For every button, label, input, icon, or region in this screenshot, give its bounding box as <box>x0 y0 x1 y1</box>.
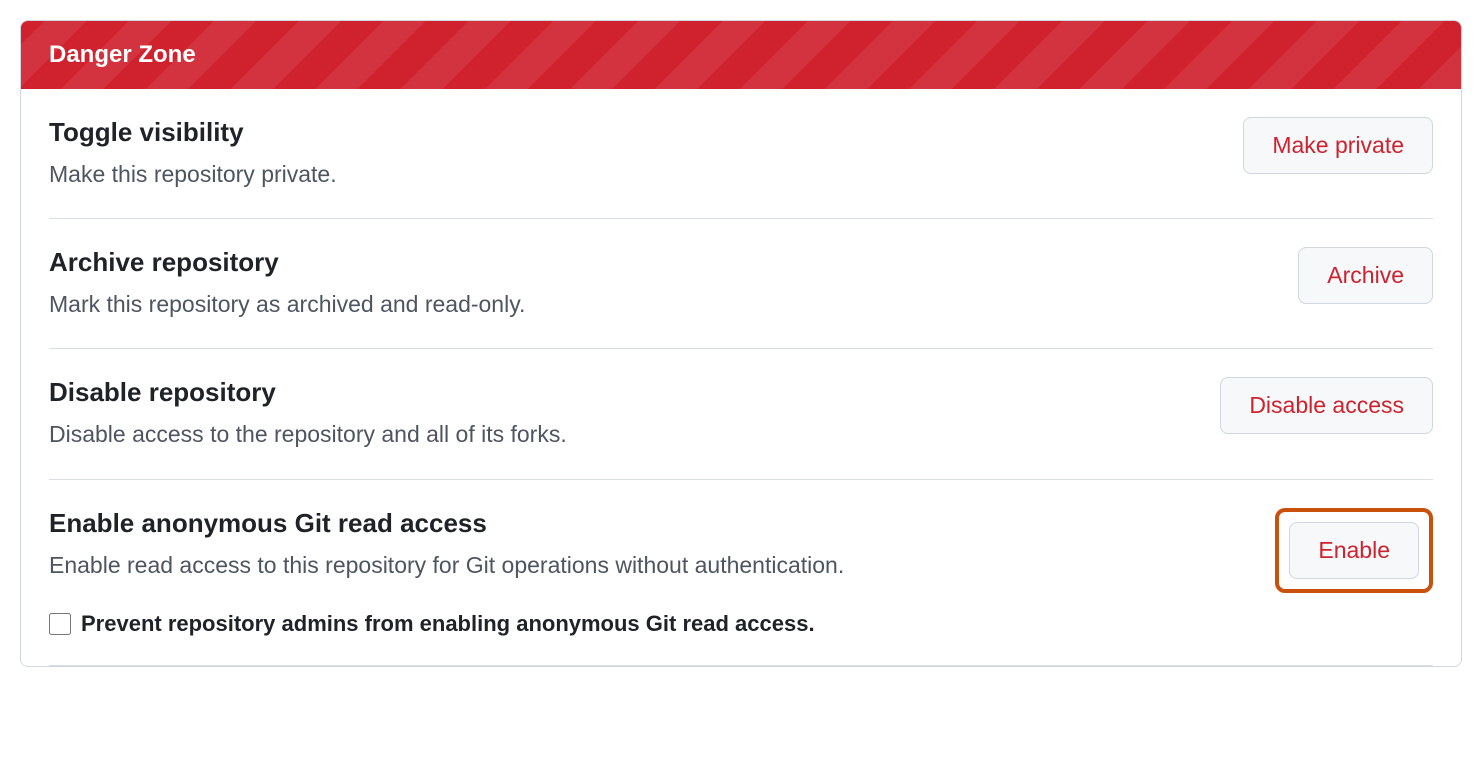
danger-item-anonymous-git-read: Enable anonymous Git read access Enable … <box>49 480 1433 666</box>
danger-item-title: Enable anonymous Git read access <box>49 508 1251 539</box>
danger-zone-body: Toggle visibility Make this repository p… <box>21 89 1461 666</box>
disable-access-button[interactable]: Disable access <box>1220 377 1433 434</box>
prevent-admins-checkbox[interactable] <box>49 613 71 635</box>
danger-item-desc: Mark this repository as archived and rea… <box>49 288 1274 320</box>
danger-zone-header: Danger Zone <box>21 21 1461 89</box>
danger-item-text: Archive repository Mark this repository … <box>49 247 1274 320</box>
danger-item-title: Archive repository <box>49 247 1274 278</box>
danger-item-archive-repository: Archive repository Mark this repository … <box>49 219 1433 349</box>
danger-item-text: Toggle visibility Make this repository p… <box>49 117 1219 190</box>
danger-item-desc: Enable read access to this repository fo… <box>49 549 1251 581</box>
prevent-admins-label[interactable]: Prevent repository admins from enabling … <box>81 611 815 637</box>
danger-item-text: Enable anonymous Git read access Enable … <box>49 508 1251 581</box>
danger-item-title: Disable repository <box>49 377 1196 408</box>
danger-item-text: Disable repository Disable access to the… <box>49 377 1196 450</box>
danger-item-desc: Make this repository private. <box>49 158 1219 190</box>
danger-item-title: Toggle visibility <box>49 117 1219 148</box>
enable-button-highlight: Enable <box>1275 508 1433 593</box>
danger-item-desc: Disable access to the repository and all… <box>49 418 1196 450</box>
prevent-admins-checkbox-row: Prevent repository admins from enabling … <box>49 611 1433 637</box>
danger-item-toggle-visibility: Toggle visibility Make this repository p… <box>49 89 1433 219</box>
enable-button[interactable]: Enable <box>1289 522 1419 579</box>
make-private-button[interactable]: Make private <box>1243 117 1433 174</box>
danger-zone-title: Danger Zone <box>49 41 196 68</box>
danger-zone-panel: Danger Zone Toggle visibility Make this … <box>20 20 1462 667</box>
archive-button[interactable]: Archive <box>1298 247 1433 304</box>
danger-item-disable-repository: Disable repository Disable access to the… <box>49 349 1433 479</box>
